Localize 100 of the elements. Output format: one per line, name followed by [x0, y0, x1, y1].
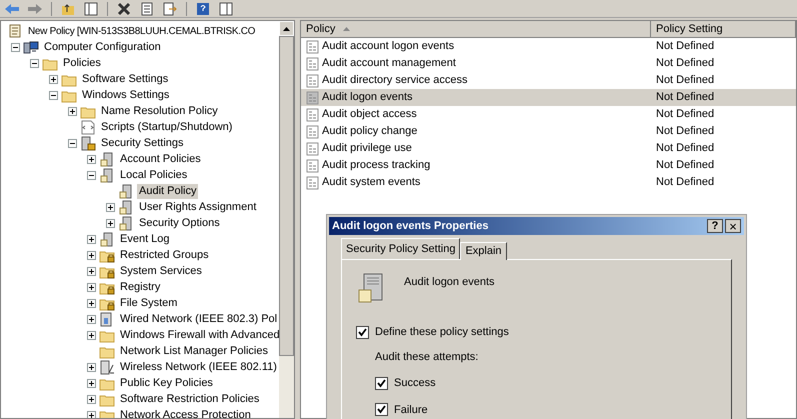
policy-setting: Not Defined	[655, 39, 714, 54]
help-button[interactable]: ?	[707, 219, 723, 233]
collapse-toggle[interactable]	[87, 170, 96, 180]
expand-toggle[interactable]	[87, 250, 96, 260]
checkbox[interactable]	[356, 326, 369, 339]
binary-document-icon	[306, 142, 319, 156]
policy-row[interactable]: Audit logon events Not Defined	[301, 89, 796, 106]
binary-document-icon	[306, 40, 319, 54]
expand-toggle[interactable]	[87, 314, 96, 324]
tree-item[interactable]: Restricted Groups	[118, 248, 211, 262]
server-document-icon	[99, 232, 115, 246]
policy-setting: Not Defined	[655, 90, 714, 106]
scrollbar[interactable]	[279, 21, 294, 418]
tree-item[interactable]: Wireless Network (IEEE 802.11)	[118, 360, 279, 374]
policy-setting: Not Defined	[655, 124, 714, 140]
server-lock-icon	[80, 136, 96, 150]
server-document-icon	[118, 184, 134, 198]
expand-toggle[interactable]	[87, 394, 96, 404]
policy-name: Audit directory service access	[322, 73, 468, 88]
server-document-icon	[118, 200, 134, 214]
policy-row[interactable]: Audit directory service access Not Defined	[301, 72, 796, 89]
checkbox[interactable]	[375, 376, 388, 390]
collapse-toggle[interactable]	[30, 58, 39, 68]
expand-toggle[interactable]	[87, 362, 96, 372]
expand-toggle[interactable]	[87, 298, 96, 308]
tree-item[interactable]: Network List Manager Policies	[118, 344, 270, 358]
server-document-icon	[99, 152, 115, 166]
policy-row[interactable]: Audit process tracking Not Defined	[301, 157, 796, 174]
tree-item[interactable]: Registry	[118, 280, 162, 294]
policy-row[interactable]: Audit privilege use Not Defined	[301, 140, 796, 157]
tree-item[interactable]: System Services	[118, 264, 204, 278]
tree-item[interactable]: Public Key Policies	[118, 376, 215, 390]
scroll-icon	[8, 24, 22, 38]
tree-item[interactable]: Windows Firewall with Advanced	[118, 328, 279, 342]
expand-toggle[interactable]	[106, 218, 115, 228]
policy-name: Audit policy change	[322, 124, 418, 140]
tree-item[interactable]: Event Log	[118, 232, 172, 246]
collapse-toggle[interactable]	[11, 42, 20, 52]
tab[interactable]: Security Policy Setting	[341, 238, 460, 259]
script-icon	[80, 120, 96, 134]
checkbox[interactable]	[375, 403, 388, 416]
policy-title: Audit logon events	[404, 275, 495, 290]
policy-row[interactable]: Audit account management Not Defined	[301, 55, 796, 72]
tree-item[interactable]: Wired Network (IEEE 802.3) Pol	[118, 312, 279, 326]
tree-item[interactable]: Computer Configuration	[42, 40, 163, 54]
tree-item[interactable]: Scripts (Startup/Shutdown)	[99, 120, 234, 134]
policy-row[interactable]: Audit policy change Not Defined	[301, 123, 796, 140]
tree-item[interactable]: Audit Policy	[137, 184, 198, 198]
tree-item[interactable]: Network Access Protection	[118, 408, 253, 418]
binary-document-icon	[306, 108, 319, 122]
expand-toggle[interactable]	[87, 282, 96, 292]
attempts-label: Audit these attempts:	[375, 350, 480, 364]
policy-row[interactable]: Audit account logon events Not Defined	[301, 38, 796, 55]
tree-item[interactable]: Security Options	[137, 216, 222, 230]
expand-toggle[interactable]	[87, 154, 96, 164]
tree-item[interactable]: File System	[118, 296, 180, 310]
tab[interactable]: Explain	[460, 242, 507, 260]
policy-setting: Not Defined	[655, 107, 714, 122]
binary-document-icon	[306, 176, 319, 190]
expand-toggle[interactable]	[49, 74, 58, 84]
tree-item[interactable]: Policies	[61, 56, 103, 70]
tree-item[interactable]: Account Policies	[118, 152, 203, 166]
policy-name: Audit privilege use	[322, 141, 412, 156]
tree-item[interactable]: Software Settings	[80, 72, 170, 86]
tree-item[interactable]: Security Settings	[99, 136, 186, 150]
policy-name: Audit account management	[322, 56, 456, 72]
wireless-server-icon	[99, 360, 115, 374]
policy-setting: Not Defined	[655, 56, 714, 72]
expand-toggle[interactable]	[68, 106, 77, 116]
policy-setting: Not Defined	[655, 141, 714, 156]
tree-item[interactable]: Software Restriction Policies	[118, 392, 262, 406]
binary-document-icon	[306, 124, 319, 138]
expand-toggle[interactable]	[106, 202, 115, 212]
policy-row[interactable]: Audit object access Not Defined	[301, 106, 796, 123]
checkbox-label: Failure	[394, 402, 428, 418]
column-header[interactable]: Policy Setting	[651, 21, 796, 38]
up-arrow-icon[interactable]	[283, 26, 290, 30]
tree-item[interactable]: User Rights Assignment	[137, 200, 258, 214]
policy-setting: Not Defined	[655, 158, 714, 174]
computer-icon	[23, 40, 39, 54]
tree-item[interactable]: New Policy [WIN-513S3B8LUUH.CEMAL.BTRISK.CO	[26, 24, 258, 38]
binary-document-icon	[306, 90, 319, 104]
checkbox-label: Define these policy settings	[375, 325, 509, 340]
tree-item[interactable]: Windows Settings	[80, 88, 172, 102]
expand-toggle[interactable]	[87, 234, 96, 244]
tree-item[interactable]: Name Resolution Policy	[99, 104, 220, 118]
close-button[interactable]: ×	[725, 219, 741, 233]
expand-toggle[interactable]	[87, 266, 96, 276]
binary-document-icon	[306, 74, 319, 88]
policy-setting: Not Defined	[655, 73, 714, 88]
tree-item[interactable]: Local Policies	[118, 168, 190, 182]
policy-name: Audit object access	[322, 107, 417, 122]
column-header[interactable]: Policy	[301, 21, 651, 38]
expand-toggle[interactable]	[87, 330, 96, 340]
expand-toggle[interactable]	[87, 378, 96, 388]
policy-name: Audit system events	[322, 175, 420, 190]
policy-row[interactable]: Audit system events Not Defined	[301, 174, 796, 191]
collapse-toggle[interactable]	[49, 90, 58, 100]
expand-toggle[interactable]	[87, 410, 96, 418]
collapse-toggle[interactable]	[68, 138, 77, 148]
